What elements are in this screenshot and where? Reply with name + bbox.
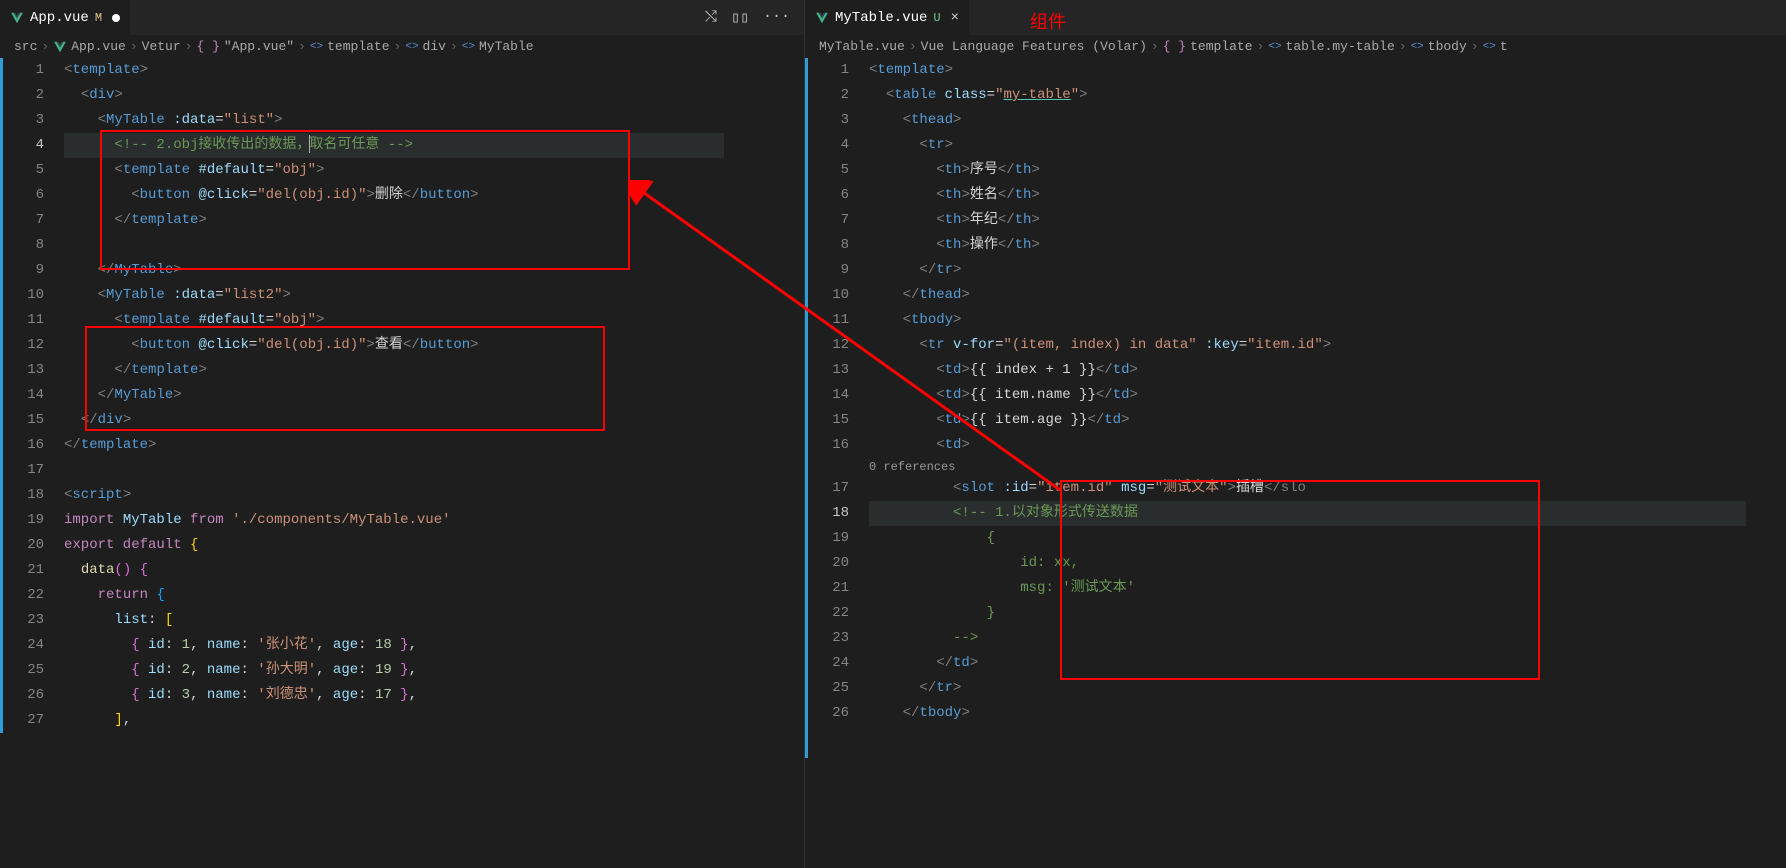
tab-dirty-dot (112, 14, 120, 22)
breadcrumb-t[interactable]: t (1500, 39, 1508, 54)
tab-app-vue[interactable]: App.vue M (0, 0, 131, 35)
breadcrumb-lang[interactable]: Vue Language Features (Volar) (921, 39, 1147, 54)
code-line[interactable]: <template> (869, 58, 1786, 83)
minimap-right[interactable] (1746, 58, 1786, 868)
code-area-left[interactable]: 1234 5678 9101112 13141516 17181920 2122… (0, 58, 804, 868)
breadcrumb-mytable[interactable]: MyTable (479, 39, 534, 54)
code-line[interactable]: <tr> (869, 133, 1786, 158)
code-line[interactable]: <th>年纪</th> (869, 208, 1786, 233)
left-editor-pane: App.vue M ⤭ ▯▯ ··· src › App.vue › Vetur… (0, 0, 805, 868)
code-line[interactable]: <thead> (869, 108, 1786, 133)
breadcrumb-folder[interactable]: src (14, 39, 37, 54)
compare-icon[interactable]: ⤭ (705, 8, 717, 27)
code-line-active[interactable]: <!-- 2.obj接收传出的数据，取名可任意 --> (64, 133, 804, 158)
code-line[interactable]: <template #default="obj"> (64, 308, 804, 333)
code-line[interactable]: <button @click="del(obj.id)">删除</button> (64, 183, 804, 208)
gutter-left: 1234 5678 9101112 13141516 17181920 2122… (0, 58, 64, 868)
code-line[interactable]: </tr> (869, 258, 1786, 283)
breadcrumb-right[interactable]: MyTable.vue › Vue Language Features (Vol… (805, 35, 1786, 58)
code-line[interactable]: </template> (64, 358, 804, 383)
code-line[interactable]: </template> (64, 433, 804, 458)
code-line[interactable]: <th>操作</th> (869, 233, 1786, 258)
code-line[interactable]: <tbody> (869, 308, 1786, 333)
code-area-right[interactable]: 1234 5678 9101112 13141516 17181920 2122… (805, 58, 1786, 868)
breadcrumb-template[interactable]: template (327, 39, 389, 54)
code-line[interactable]: { id: 1, name: '张小花', age: 18 }, (64, 633, 804, 658)
breadcrumb-div[interactable]: div (423, 39, 446, 54)
code-line[interactable]: return { (64, 583, 804, 608)
code-line[interactable]: { id: 3, name: '刘德忠', age: 17 }, (64, 683, 804, 708)
code-line[interactable]: </td> (869, 651, 1786, 676)
code-line-active[interactable]: <!-- 1.以对象形式传送数据 (869, 501, 1786, 526)
vue-icon (10, 11, 24, 25)
code-line[interactable]: import MyTable from './components/MyTabl… (64, 508, 804, 533)
vue-icon (815, 11, 829, 25)
breadcrumb-left[interactable]: src › App.vue › Vetur › { } "App.vue" › … (0, 35, 804, 58)
split-editor-icon[interactable]: ▯▯ (731, 8, 749, 27)
code-line[interactable]: --> (869, 626, 1786, 651)
tab-name: MyTable.vue (835, 10, 927, 26)
code-line[interactable]: export default { (64, 533, 804, 558)
code-line[interactable]: <th>序号</th> (869, 158, 1786, 183)
breadcrumb-lang[interactable]: Vetur (142, 39, 181, 54)
more-actions-icon[interactable]: ··· (763, 8, 790, 27)
vue-icon (53, 40, 67, 54)
annotation-component: 组件 (1030, 8, 1066, 34)
code-line[interactable]: } (869, 601, 1786, 626)
code-line[interactable] (64, 458, 804, 483)
tab-name: App.vue (30, 10, 89, 26)
close-icon[interactable]: × (951, 10, 959, 26)
code-line[interactable]: </template> (64, 208, 804, 233)
breadcrumb-file[interactable]: App.vue (71, 39, 126, 54)
code-line[interactable]: <MyTable :data="list"> (64, 108, 804, 133)
tab-bar-left: App.vue M ⤭ ▯▯ ··· (0, 0, 804, 35)
breadcrumb-file[interactable]: MyTable.vue (819, 39, 905, 54)
code-line[interactable]: <td> (869, 433, 1786, 458)
breadcrumb-tbody[interactable]: tbody (1428, 39, 1467, 54)
gutter-right: 1234 5678 9101112 13141516 17181920 2122… (805, 58, 869, 868)
code-line[interactable]: </MyTable> (64, 383, 804, 408)
code-line[interactable]: <td>{{ item.age }}</td> (869, 408, 1786, 433)
code-lines-left[interactable]: <template> <div> <MyTable :data="list"> … (64, 58, 804, 868)
code-line[interactable]: id: xx, (869, 551, 1786, 576)
code-line[interactable]: <button @click="del(obj.id)">查看</button> (64, 333, 804, 358)
code-line[interactable]: <td>{{ index + 1 }}</td> (869, 358, 1786, 383)
tab-status-modified: M (95, 11, 102, 25)
breadcrumb-template[interactable]: template (1190, 39, 1252, 54)
breadcrumb-table[interactable]: table.my-table (1286, 39, 1395, 54)
code-line[interactable]: msg: '测试文本' (869, 576, 1786, 601)
tab-mytable-vue[interactable]: MyTable.vue U × (805, 0, 970, 35)
code-line[interactable]: </MyTable> (64, 258, 804, 283)
code-line[interactable]: <th>姓名</th> (869, 183, 1786, 208)
code-line[interactable]: { (869, 526, 1786, 551)
code-line[interactable]: <template> (64, 58, 804, 83)
tab-status-untracked: U (933, 11, 940, 25)
codelens-references[interactable]: 0 references (869, 458, 1786, 476)
code-lines-right[interactable]: <template> <table class="my-table"> <the… (869, 58, 1786, 868)
code-line[interactable]: <div> (64, 83, 804, 108)
minimap-left[interactable] (724, 58, 804, 868)
code-line[interactable]: ], (64, 708, 804, 733)
code-line[interactable]: data() { (64, 558, 804, 583)
code-line[interactable]: <MyTable :data="list2"> (64, 283, 804, 308)
code-line[interactable]: { id: 2, name: '孙大明', age: 19 }, (64, 658, 804, 683)
breadcrumb-scope[interactable]: "App.vue" (224, 39, 294, 54)
code-line[interactable]: </div> (64, 408, 804, 433)
code-line[interactable]: </tbody> (869, 701, 1786, 726)
right-editor-pane: MyTable.vue U × MyTable.vue › Vue Langua… (805, 0, 1786, 868)
code-line[interactable]: list: [ (64, 608, 804, 633)
code-line[interactable]: <table class="my-table"> (869, 83, 1786, 108)
tab-actions: ⤭ ▯▯ ··· (705, 8, 804, 27)
code-line[interactable]: <td>{{ item.name }}</td> (869, 383, 1786, 408)
code-line[interactable]: <script> (64, 483, 804, 508)
code-line[interactable] (64, 233, 804, 258)
code-line[interactable]: </tr> (869, 676, 1786, 701)
code-line[interactable]: <slot :id="item.id" msg="测试文本">插槽</slo (869, 476, 1786, 501)
code-line[interactable]: <template #default="obj"> (64, 158, 804, 183)
code-line[interactable]: </thead> (869, 283, 1786, 308)
tab-bar-right: MyTable.vue U × (805, 0, 1786, 35)
code-line[interactable]: <tr v-for="(item, index) in data" :key="… (869, 333, 1786, 358)
